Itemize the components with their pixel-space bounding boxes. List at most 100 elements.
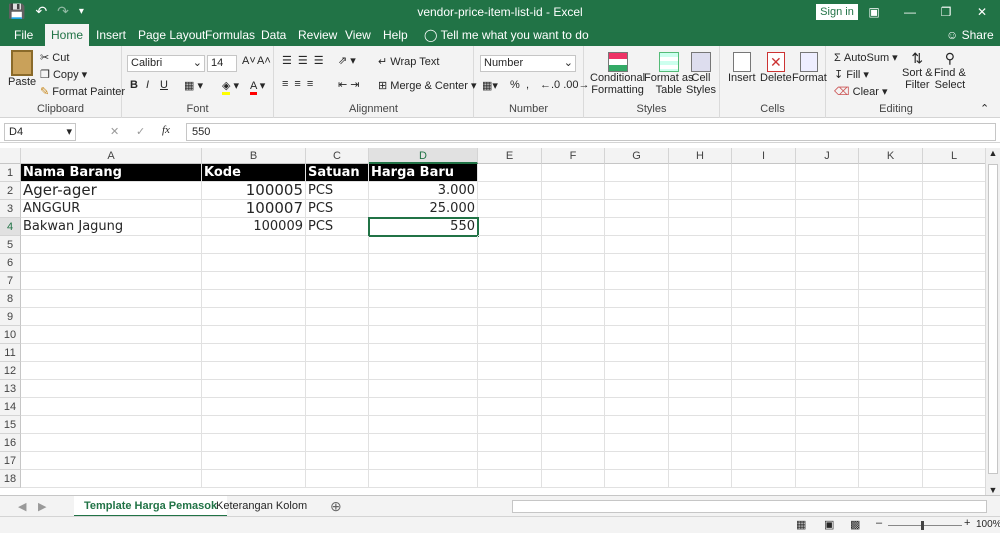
sheet-tab-template[interactable]: Template Harga Pemasok <box>74 496 228 517</box>
cell-f4[interactable] <box>542 218 605 236</box>
cell-l2[interactable] <box>923 182 985 200</box>
minimize-icon[interactable]: — <box>892 0 928 24</box>
cancel-entry-icon[interactable]: ✕ <box>110 125 119 138</box>
decimal-icons[interactable]: ←.0 .00→ <box>540 79 590 91</box>
currency-icon[interactable]: ▦▾ <box>482 79 498 92</box>
cell-i13[interactable] <box>732 380 796 398</box>
cell-l15[interactable] <box>923 416 985 434</box>
cell-g7[interactable] <box>605 272 669 290</box>
row-header-7[interactable]: 7 <box>0 272 21 290</box>
worksheet-grid[interactable]: ABCDEFGHIJKL 1 2 3 4 5 6 7 8 9 10 11 12 13 14 15 16 17 18… <box>0 148 985 495</box>
formula-input[interactable]: 550 <box>186 123 996 141</box>
cut-button[interactable]: ✂ Cut <box>40 51 69 64</box>
horizontal-align-icons[interactable]: ≡≡≡ <box>282 78 319 90</box>
page-layout-view-icon[interactable]: ▣ <box>824 518 834 531</box>
cell-h1[interactable] <box>669 164 732 182</box>
wrap-text-button[interactable]: ↵ Wrap Text <box>378 55 439 68</box>
cell-b6[interactable] <box>202 254 306 272</box>
cell-e7[interactable] <box>478 272 542 290</box>
cell-e1[interactable] <box>478 164 542 182</box>
row-header-5[interactable]: 5 <box>0 236 21 254</box>
cell-k14[interactable] <box>859 398 923 416</box>
indent-icons[interactable]: ⇤ ⇥ <box>338 78 360 91</box>
cell-b7[interactable] <box>202 272 306 290</box>
name-box[interactable]: D4 ▾ <box>4 123 76 141</box>
cell-b5[interactable] <box>202 236 306 254</box>
column-header-g[interactable]: G <box>605 148 669 164</box>
cell-f7[interactable] <box>542 272 605 290</box>
row-header-2[interactable]: 2 <box>0 182 21 200</box>
cell-b14[interactable] <box>202 398 306 416</box>
cell-a15[interactable] <box>21 416 202 434</box>
cell-d6[interactable] <box>369 254 478 272</box>
cell-k15[interactable] <box>859 416 923 434</box>
cell-j17[interactable] <box>796 452 859 470</box>
borders-icon[interactable]: ▦ ▾ <box>184 79 203 92</box>
cell-h13[interactable] <box>669 380 732 398</box>
cell-k9[interactable] <box>859 308 923 326</box>
add-sheet-icon[interactable]: ⊕ <box>330 498 342 515</box>
cell-d17[interactable] <box>369 452 478 470</box>
cell-c7[interactable] <box>306 272 369 290</box>
cell-f16[interactable] <box>542 434 605 452</box>
cell-c16[interactable] <box>306 434 369 452</box>
column-header-c[interactable]: C <box>306 148 369 164</box>
shrink-font-icon[interactable]: A˄ <box>257 55 271 67</box>
cell-l7[interactable] <box>923 272 985 290</box>
cell-f11[interactable] <box>542 344 605 362</box>
cell-d12[interactable] <box>369 362 478 380</box>
cell-k5[interactable] <box>859 236 923 254</box>
row-header-18[interactable]: 18 <box>0 470 21 488</box>
cell-g6[interactable] <box>605 254 669 272</box>
cell-i12[interactable] <box>732 362 796 380</box>
cell-j8[interactable] <box>796 290 859 308</box>
cell-e10[interactable] <box>478 326 542 344</box>
comma-button[interactable]: , <box>526 79 529 91</box>
format-cells-button[interactable]: Format <box>792 52 827 84</box>
cell-e18[interactable] <box>478 470 542 488</box>
cell-f3[interactable] <box>542 200 605 218</box>
cell-j7[interactable] <box>796 272 859 290</box>
cell-k8[interactable] <box>859 290 923 308</box>
cell-b4[interactable]: 100009 <box>202 218 306 236</box>
italic-button[interactable]: I <box>146 79 149 91</box>
cell-j13[interactable] <box>796 380 859 398</box>
underline-button[interactable]: U <box>160 79 168 91</box>
column-header-k[interactable]: K <box>859 148 923 164</box>
column-header-l[interactable]: L <box>923 148 985 164</box>
cell-h11[interactable] <box>669 344 732 362</box>
collapse-ribbon-icon[interactable]: ⌃ <box>980 102 989 115</box>
cell-e2[interactable] <box>478 182 542 200</box>
cell-d15[interactable] <box>369 416 478 434</box>
orientation-icon[interactable]: ⇗ ▾ <box>338 54 356 67</box>
cell-i4[interactable] <box>732 218 796 236</box>
cell-g18[interactable] <box>605 470 669 488</box>
cell-c8[interactable] <box>306 290 369 308</box>
autosum-button[interactable]: Σ AutoSum ▾ <box>834 51 898 64</box>
cell-k16[interactable] <box>859 434 923 452</box>
cell-k4[interactable] <box>859 218 923 236</box>
cell-c4[interactable]: PCS <box>306 218 369 236</box>
find-select-button[interactable]: ⚲ Find & Select <box>934 50 966 91</box>
cell-b15[interactable] <box>202 416 306 434</box>
cell-b3[interactable]: 100007 <box>202 200 306 218</box>
cell-k7[interactable] <box>859 272 923 290</box>
cell-i17[interactable] <box>732 452 796 470</box>
cell-a18[interactable] <box>21 470 202 488</box>
cell-i6[interactable] <box>732 254 796 272</box>
cell-g15[interactable] <box>605 416 669 434</box>
cell-l5[interactable] <box>923 236 985 254</box>
cell-l17[interactable] <box>923 452 985 470</box>
cell-j11[interactable] <box>796 344 859 362</box>
cell-c5[interactable] <box>306 236 369 254</box>
cell-l8[interactable] <box>923 290 985 308</box>
row-header-1[interactable]: 1 <box>0 164 21 182</box>
vertical-scrollbar[interactable]: ▲ ▼ <box>985 148 1000 495</box>
cell-h7[interactable] <box>669 272 732 290</box>
cell-b2[interactable]: 100005 <box>202 182 306 200</box>
cell-i3[interactable] <box>732 200 796 218</box>
cell-h3[interactable] <box>669 200 732 218</box>
cell-j3[interactable] <box>796 200 859 218</box>
cell-a16[interactable] <box>21 434 202 452</box>
cell-i16[interactable] <box>732 434 796 452</box>
